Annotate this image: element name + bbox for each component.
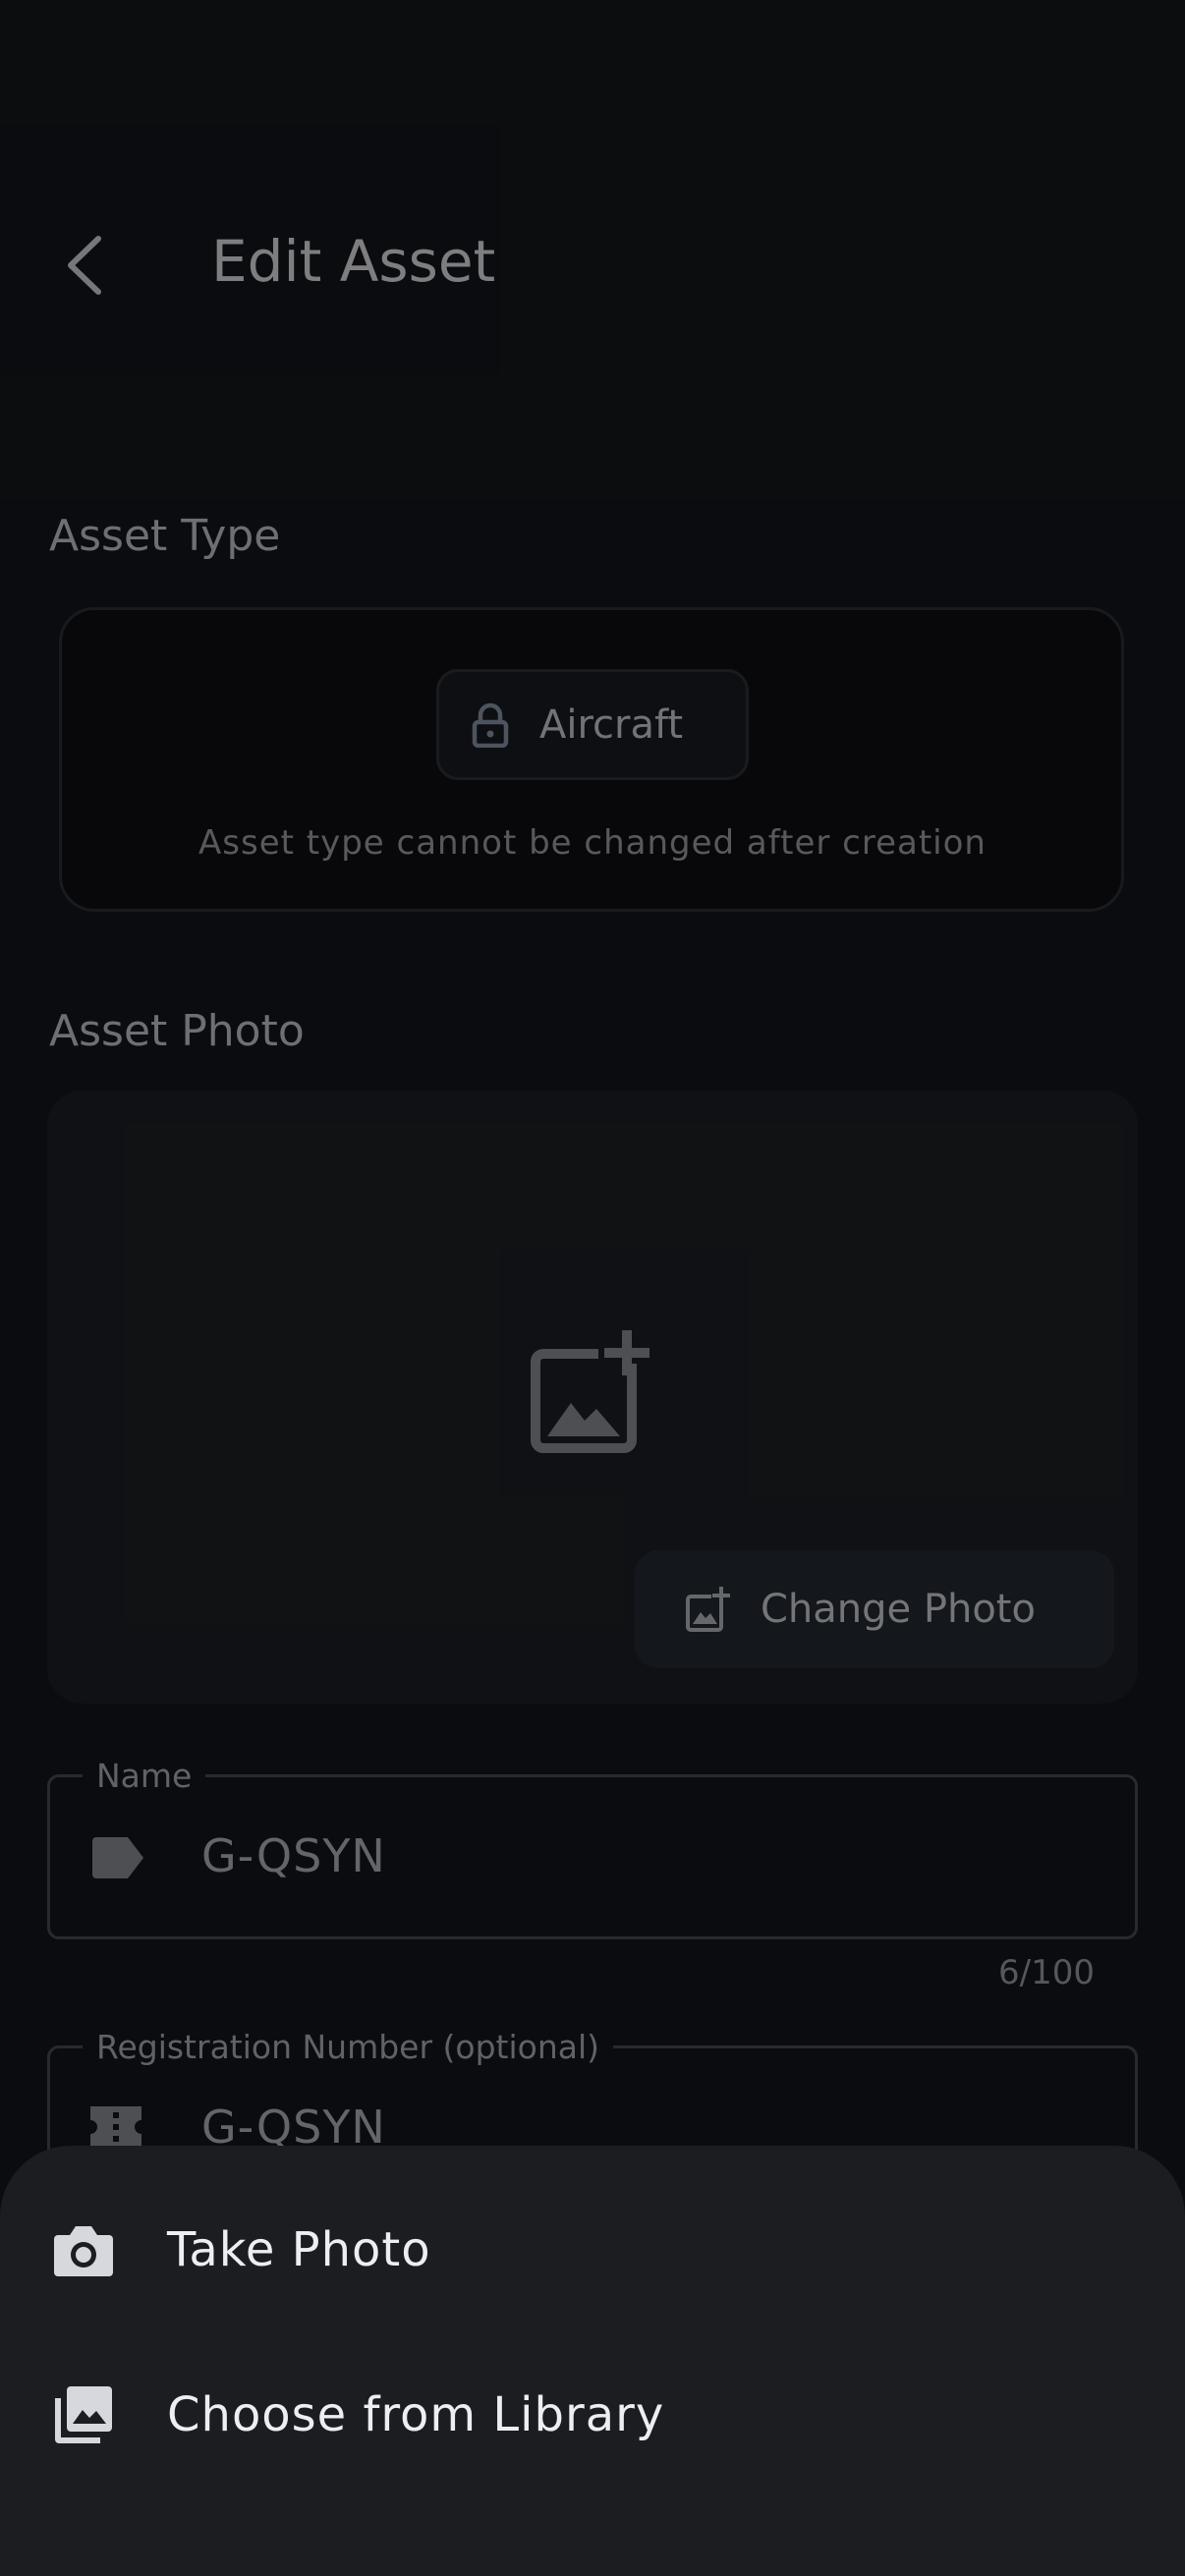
take-photo-label: Take Photo (167, 2222, 431, 2277)
camera-icon (49, 2215, 118, 2284)
choose-from-library-option[interactable]: Choose from Library (0, 2346, 1185, 2484)
photo-source-sheet: Take Photo Choose from Library (0, 2146, 1185, 2576)
photo-library-icon (49, 2380, 118, 2449)
choose-from-library-label: Choose from Library (167, 2387, 665, 2442)
take-photo-option[interactable]: Take Photo (0, 2181, 1185, 2319)
